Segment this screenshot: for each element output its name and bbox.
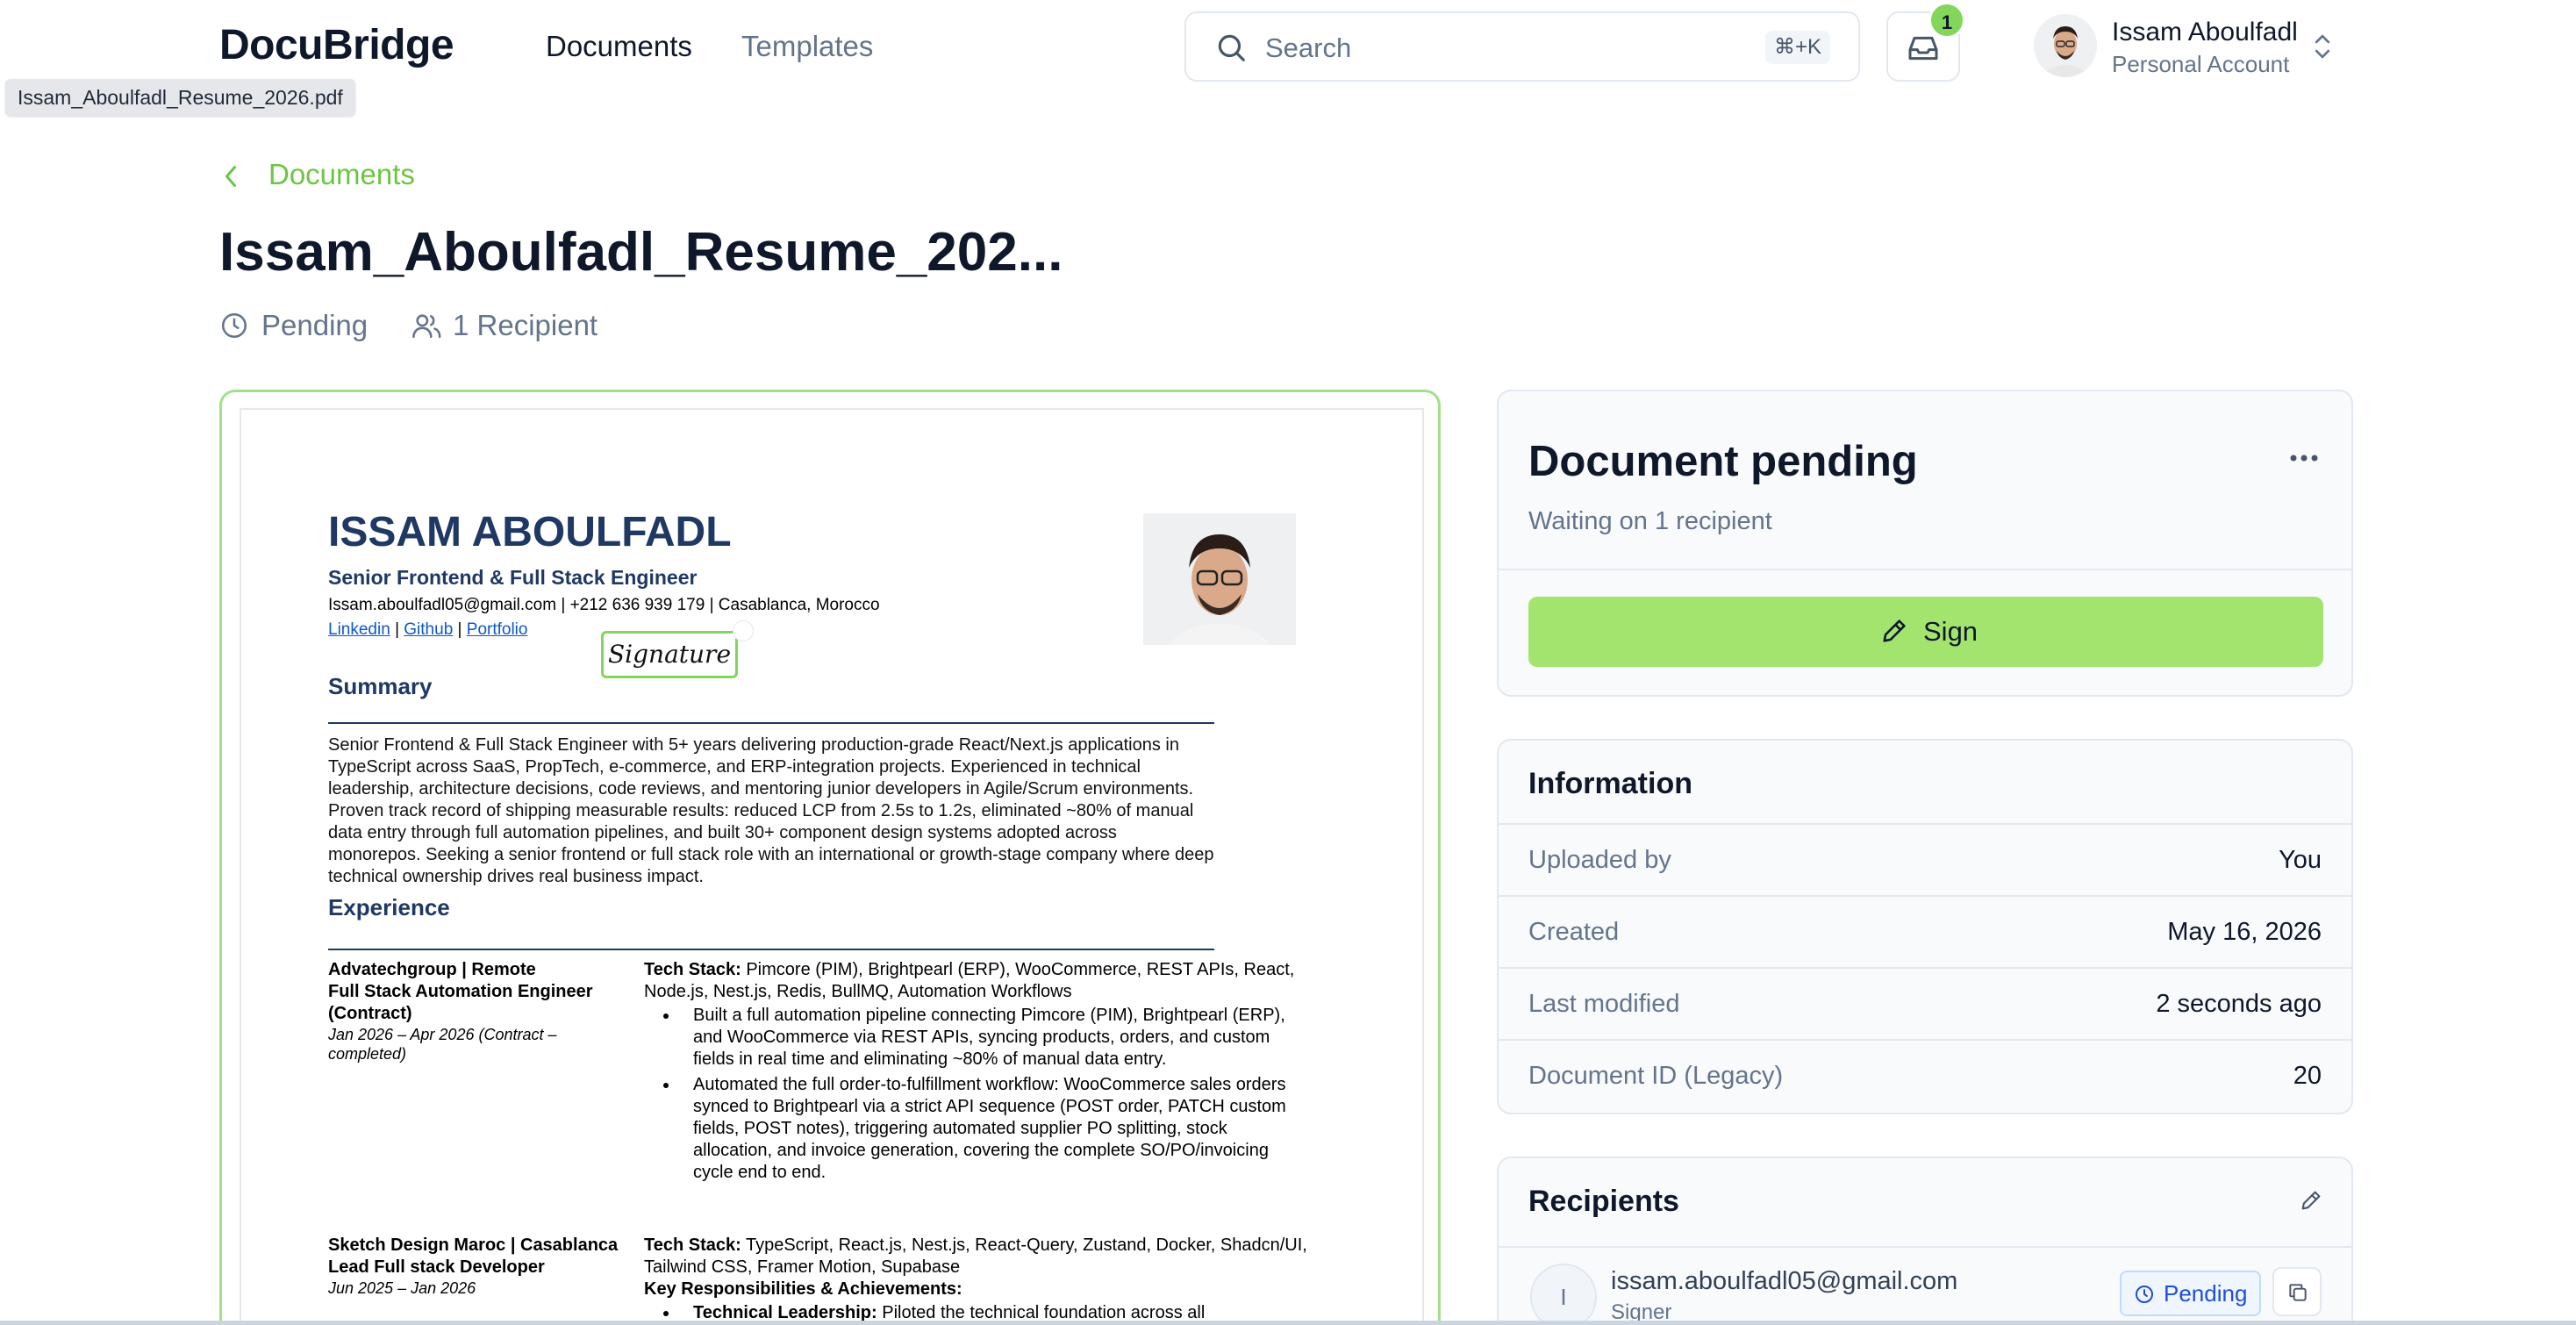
- information-title: Information: [1528, 767, 1692, 800]
- divider: [1499, 569, 2351, 570]
- user-name[interactable]: Issam Aboulfadl: [2112, 18, 2298, 47]
- information-card: Information Uploaded by You Created May …: [1497, 739, 2353, 1114]
- info-label: Created: [1528, 918, 1620, 946]
- info-value: 20: [2293, 1062, 2322, 1090]
- recipients-card: Recipients I issam.aboulfadl05@gmail.com…: [1497, 1157, 2353, 1325]
- divider: [1499, 1246, 2351, 1248]
- job1-dates: Jan 2026 – Apr 2026 (Contract – complete…: [328, 1026, 557, 1063]
- section-divider: [328, 949, 1214, 950]
- info-row-last-modified: Last modified 2 seconds ago: [1499, 967, 2351, 1039]
- job2-dates: Jun 2025 – Jan 2026: [328, 1279, 476, 1297]
- info-row-created: Created May 16, 2026: [1499, 895, 2351, 967]
- status-card-subtitle: Waiting on 1 recipient: [1528, 507, 1772, 535]
- info-label: Document ID (Legacy): [1528, 1062, 1784, 1090]
- inbox-count-badge: 1: [1928, 2, 1965, 39]
- resume-links: Linkedin | Github | Portfolio: [328, 620, 527, 640]
- app-logo[interactable]: DocuBridge: [219, 21, 454, 69]
- job1-meta: Advatechgroup | Remote Full Stack Automa…: [328, 959, 635, 1064]
- clock-icon: [221, 312, 247, 339]
- status-card-title: Document pending: [1528, 438, 1918, 485]
- document-status-card: Document pending Waiting on 1 recipient …: [1497, 390, 2353, 697]
- edit-pencil-icon[interactable]: [2299, 1188, 2323, 1213]
- inbox-icon: [1908, 36, 1938, 61]
- status-text: Pending: [261, 309, 369, 341]
- job1-details: Tech Stack: Pimcore (PIM), Brightpearl (…: [644, 959, 1311, 1187]
- job2-title: Lead Full stack Developer: [328, 1257, 545, 1277]
- recipients-title: Recipients: [1528, 1185, 1679, 1218]
- search-shortcut: ⌘+K: [1764, 31, 1830, 64]
- recipient-count-text: 1 Recipient: [453, 309, 598, 341]
- info-row-uploaded-by: Uploaded by You: [1499, 823, 2351, 895]
- search-placeholder: Search: [1265, 32, 1352, 63]
- more-options-icon[interactable]: [2288, 453, 2320, 463]
- link-separator: |: [457, 620, 462, 639]
- job1-bullet: Built a full automation pipeline connect…: [679, 1005, 1311, 1071]
- copy-link-button[interactable]: [2272, 1267, 2322, 1316]
- job2-bullet-label: Technical Leadership:: [693, 1303, 877, 1322]
- job1-title: Full Stack Automation Engineer (Contract…: [328, 982, 593, 1023]
- document-viewer[interactable]: ISSAM ABOULFADL Senior Frontend & Full S…: [219, 390, 1441, 1325]
- search-icon: [1218, 34, 1245, 61]
- linkedin-link[interactable]: Linkedin: [328, 620, 390, 639]
- job1-company: Advatechgroup | Remote: [328, 960, 536, 979]
- job2-resp-label: Key Responsibilities & Achievements:: [644, 1279, 962, 1299]
- resume-photo: [1143, 513, 1296, 645]
- job1-stack-label: Tech Stack:: [644, 960, 741, 979]
- sign-button[interactable]: Sign: [1528, 597, 2323, 667]
- summary-text: Senior Frontend & Full Stack Engineer wi…: [328, 735, 1214, 886]
- recipient-status-text: Pending: [2164, 1280, 2248, 1307]
- info-value: You: [2279, 846, 2322, 874]
- info-value: May 16, 2026: [2167, 918, 2322, 946]
- nav-documents[interactable]: Documents: [546, 30, 692, 63]
- portfolio-link[interactable]: Portfolio: [467, 620, 528, 639]
- document-page: ISSAM ABOULFADL Senior Frontend & Full S…: [240, 408, 1424, 1325]
- chevron-left-icon: [225, 166, 236, 187]
- filename-tooltip: Issam_Aboulfadl_Resume_2026.pdf: [5, 79, 355, 116]
- job2-details: Tech Stack: TypeScript, React.js, Nest.j…: [644, 1235, 1311, 1325]
- chevron-up-down-icon[interactable]: [2313, 32, 2332, 61]
- clock-icon: [2136, 1286, 2153, 1303]
- link-separator: |: [395, 620, 399, 639]
- resume-name: ISSAM ABOULFADL: [328, 509, 732, 555]
- pencil-icon: [1883, 620, 1906, 642]
- document-title: Issam_Aboulfadl_Resume_202...: [219, 222, 1063, 283]
- recipient-status-badge: Pending: [2120, 1271, 2262, 1316]
- avatar-image: [2034, 14, 2097, 77]
- recipient-email: issam.aboulfadl05@gmail.com: [1611, 1267, 1958, 1295]
- github-link[interactable]: Github: [404, 620, 453, 639]
- signature-field[interactable]: Signature: [601, 631, 738, 678]
- resume-contact: Issam.aboulfadl05@gmail.com | +212 636 9…: [328, 596, 880, 614]
- recipient-avatar: I: [1530, 1264, 1597, 1325]
- job1-stack: Pimcore (PIM), Brightpearl (ERP), WooCom…: [644, 960, 1295, 1001]
- info-label: Last modified: [1528, 990, 1680, 1018]
- back-label: Documents: [268, 158, 415, 190]
- search-input[interactable]: Search ⌘+K: [1184, 11, 1860, 82]
- resume-role: Senior Frontend & Full Stack Engineer: [328, 566, 698, 589]
- job1-bullet: Automated the full order-to-fulfillment …: [679, 1074, 1311, 1184]
- info-label: Uploaded by: [1528, 846, 1671, 874]
- job2-stack-label: Tech Stack:: [644, 1235, 741, 1255]
- signature-field-handle[interactable]: [733, 620, 754, 641]
- summary-heading: Summary: [328, 673, 433, 699]
- window-bottom-edge: [0, 1321, 2576, 1325]
- info-row-document-id: Document ID (Legacy) 20: [1499, 1039, 2351, 1111]
- job2-stack: TypeScript, React.js, Nest.js, React-Que…: [644, 1235, 1307, 1277]
- sign-button-label: Sign: [1923, 616, 1979, 647]
- nav-templates[interactable]: Templates: [741, 30, 873, 63]
- info-value: 2 seconds ago: [2156, 990, 2322, 1018]
- users-icon: [412, 314, 441, 339]
- copy-icon: [2289, 1284, 2307, 1301]
- job2-meta: Sketch Design Maroc | Casablanca Lead Fu…: [328, 1235, 635, 1298]
- job2-company: Sketch Design Maroc | Casablanca: [328, 1235, 619, 1255]
- top-header: DocuBridge Documents Templates Search ⌘+…: [0, 0, 2576, 93]
- job2-bullet-text: Piloted the technical foundation across …: [882, 1303, 1206, 1322]
- user-account-type: Personal Account: [2112, 51, 2290, 77]
- section-divider: [328, 722, 1214, 724]
- experience-heading: Experience: [328, 894, 450, 920]
- user-avatar[interactable]: [2034, 14, 2097, 77]
